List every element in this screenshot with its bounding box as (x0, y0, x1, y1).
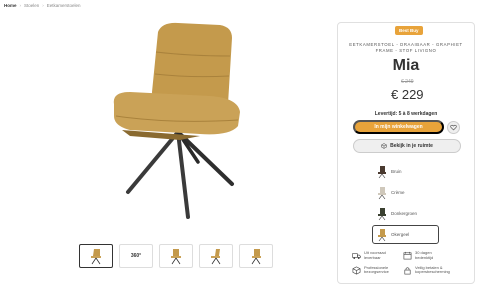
chair-thumbnail-icon (91, 249, 101, 265)
chair-image (113, 22, 240, 219)
usp-item: Uit voorraad leverbaar (352, 250, 398, 261)
thumbnail-360[interactable]: 360° (119, 244, 153, 268)
product-name: Mia (392, 57, 420, 74)
swatch-label: Crème (391, 190, 405, 195)
chair-swatch-icon (378, 186, 386, 199)
old-price: € 249 (401, 79, 414, 85)
breadcrumb-home[interactable]: Home (4, 3, 17, 8)
usp-text: Uit voorraad leverbaar (364, 250, 386, 260)
chair-swatch-icon (378, 207, 386, 220)
product-main-image[interactable] (60, 12, 310, 237)
breadcrumb-separator: › (42, 3, 44, 8)
thumbnail-5[interactable] (239, 244, 273, 268)
usp-item: Veilig betalen & kopersbescherming (403, 264, 450, 276)
best-buy-badge: Best Buy (395, 26, 423, 35)
truck-icon (352, 253, 361, 260)
chair-swatch-icon (378, 228, 386, 241)
current-price: € 229 (391, 87, 424, 102)
view-in-room-label: Bekijk in je ruimte (390, 143, 433, 149)
swatch-label: Donkergroen (391, 211, 418, 216)
chair-thumbnail-icon (211, 249, 221, 265)
usp-text: Veilig betalen & kopersbescherming (415, 264, 450, 275)
thumbnail-strip: 360° (79, 244, 273, 268)
cube-icon (381, 143, 387, 149)
chair-thumbnail-icon (251, 249, 261, 265)
swatch-bruin[interactable]: Bruin (372, 162, 439, 181)
box-icon (352, 266, 361, 275)
swatch-label: Okergeel (391, 232, 410, 237)
rotate-360-label: 360° (130, 253, 142, 259)
product-info-panel: Best Buy EETKAMERSTOEL - DRAAIBAAR - GRA… (337, 22, 475, 284)
delivery-time: Levertijd: 5 à 8 werkdagen (374, 111, 438, 117)
swatch-creme[interactable]: Crème (372, 183, 439, 202)
usp-item: 30 dagen bedenktijd (403, 250, 449, 261)
breadcrumb-separator: › (19, 3, 22, 8)
thumbnail-1[interactable] (79, 244, 113, 268)
chair-swatch-icon (378, 165, 386, 178)
breadcrumb-chairs[interactable]: Stoelen (24, 3, 39, 8)
add-to-cart-button[interactable]: In mijn winkelwagen (353, 120, 444, 134)
swatch-donkergroen[interactable]: Donkergroen (372, 204, 439, 223)
thumbnail-4[interactable] (199, 244, 233, 268)
breadcrumb-dining-chairs[interactable]: Eetkamerstoelen (47, 3, 81, 8)
product-subtitle: EETKAMERSTOEL - DRAAIBAAR - GRAPHIET FRA… (349, 42, 463, 53)
usp-item: Professionele bezorgservice (352, 264, 398, 276)
calendar-icon (403, 252, 412, 260)
wishlist-button[interactable] (447, 121, 460, 134)
usp-text: Professionele bezorgservice (364, 264, 389, 275)
heart-icon (450, 124, 457, 131)
swatch-label: Bruin (391, 169, 402, 174)
usp-list: Uit voorraad leverbaar 30 dagen bedenkti… (352, 250, 450, 276)
breadcrumb: Home › Stoelen › Eetkamerstoelen (4, 3, 81, 8)
swatch-okergeel[interactable]: Okergeel (372, 225, 439, 244)
color-swatches: Bruin Crème Donkergroen Okergeel (372, 162, 439, 246)
usp-text: 30 dagen bedenktijd (415, 250, 434, 260)
chair-thumbnail-icon (171, 249, 181, 265)
thumbnail-3[interactable] (159, 244, 193, 268)
view-in-room-button[interactable]: Bekijk in je ruimte (353, 139, 461, 153)
lock-icon (404, 267, 411, 275)
